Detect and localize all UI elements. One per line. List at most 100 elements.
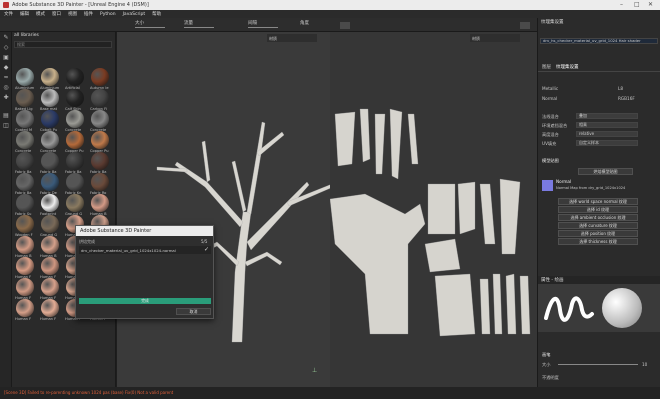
ao-mix-select[interactable]: 相乘	[576, 122, 638, 128]
camera-button[interactable]	[520, 22, 530, 29]
tool-properties-bar: 大小 流量 间隔 角度	[0, 18, 537, 32]
material-thumbnail[interactable]	[41, 68, 59, 86]
brush-size-slider[interactable]	[558, 364, 638, 365]
material-thumbnail[interactable]	[91, 152, 109, 170]
picker-icon[interactable]: ✚	[2, 94, 10, 102]
material-thumbnail[interactable]	[16, 215, 34, 233]
clone-icon[interactable]: ◎	[2, 84, 10, 92]
material-thumbnail[interactable]	[91, 173, 109, 191]
material-thumbnail[interactable]	[91, 131, 109, 149]
material-thumbnail[interactable]	[16, 173, 34, 191]
menu-python[interactable]: Python	[100, 12, 116, 17]
material-thumbnail[interactable]	[41, 173, 59, 191]
material-thumbnail[interactable]	[66, 131, 84, 149]
smudge-icon[interactable]: ≈	[2, 74, 10, 82]
material-thumbnail[interactable]	[41, 236, 59, 254]
eraser-icon[interactable]: ◇	[2, 44, 10, 52]
menu-mode[interactable]: 模式	[36, 11, 45, 17]
viewport-2d-uv[interactable]: 材质	[330, 32, 537, 387]
normal-map-source: Normal Map from dry_grid_1024x1024	[556, 186, 626, 190]
material-thumbnail[interactable]	[91, 194, 109, 212]
material-thumbnail[interactable]	[91, 89, 109, 107]
channel-metallic-format[interactable]: L8	[618, 86, 623, 91]
mirror-button[interactable]	[340, 22, 350, 29]
menu-file[interactable]: 文件	[4, 11, 13, 17]
menu-view[interactable]: 视图	[68, 11, 77, 17]
material-thumbnail[interactable]	[41, 110, 59, 128]
material-thumbnail[interactable]	[66, 110, 84, 128]
mesh-map-button[interactable]: 选择 curvature 纹理	[558, 222, 638, 229]
material-thumbnail[interactable]	[16, 89, 34, 107]
size-slider[interactable]	[135, 27, 165, 28]
layers-icon[interactable]: ▤	[2, 112, 10, 120]
material-thumbnail[interactable]	[16, 152, 34, 170]
projection-icon[interactable]: ▣	[2, 54, 10, 62]
close-icon[interactable]: ✕	[648, 1, 653, 8]
material-thumbnail[interactable]	[41, 278, 59, 296]
spacing-slider[interactable]	[248, 27, 278, 28]
height-mix-select[interactable]: relative	[576, 131, 638, 137]
normal-mix-select[interactable]: 叠加	[576, 113, 638, 119]
material-thumbnail[interactable]	[91, 68, 109, 86]
viewport-mode-select[interactable]: 材质	[267, 34, 317, 42]
normal-map-thumb	[542, 180, 553, 191]
mesh-map-button[interactable]: 选择 position 纹理	[558, 230, 638, 237]
shelf-title: all libraries	[14, 33, 39, 38]
mesh-map-button[interactable]: 选择 ambient occlusion 纹理	[558, 214, 638, 221]
flow-slider[interactable]	[184, 27, 214, 28]
material-thumbnail[interactable]	[16, 299, 34, 317]
tab-texture-set-settings[interactable]: 纹理集设置	[556, 64, 579, 70]
material-thumbnail[interactable]	[41, 194, 59, 212]
menu-javascript[interactable]: JavaScript	[123, 12, 146, 17]
status-message: [Scene 3D] Failed to re-parenting unknow…	[4, 390, 174, 395]
brush-size-value[interactable]: 10	[642, 362, 647, 367]
uv-padding-label: UV填充	[542, 141, 557, 146]
menu-plugins[interactable]: 插件	[84, 11, 93, 17]
mesh-map-button[interactable]: 选择 world space normal 纹理	[558, 198, 638, 205]
menu-bar: 文件 编辑 模式 窗口 视图 插件 Python JavaScript 帮助	[0, 10, 660, 18]
material-thumbnail[interactable]	[91, 110, 109, 128]
material-thumbnail[interactable]	[16, 131, 34, 149]
menu-edit[interactable]: 编辑	[20, 11, 29, 17]
mesh-map-button[interactable]: 选择 id 纹理	[558, 206, 638, 213]
material-thumbnail[interactable]	[41, 257, 59, 275]
menu-help[interactable]: 帮助	[152, 11, 161, 17]
uv-padding-select[interactable]: 自定义样本	[576, 140, 638, 146]
channel-normal-format[interactable]: RGB16F	[618, 96, 635, 101]
maximize-icon[interactable]: □	[634, 1, 640, 8]
height-mix-label: 高度混合	[542, 132, 559, 137]
menu-window[interactable]: 窗口	[52, 11, 61, 17]
material-thumbnail[interactable]	[41, 89, 59, 107]
material-thumbnail[interactable]	[66, 173, 84, 191]
material-thumbnail[interactable]	[66, 89, 84, 107]
minimize-icon[interactable]: –	[620, 1, 623, 8]
polygon-fill-icon[interactable]: ◆	[2, 64, 10, 72]
material-thumbnail[interactable]	[41, 131, 59, 149]
material-thumbnail[interactable]	[41, 152, 59, 170]
flow-label: 流量	[184, 21, 193, 26]
texture-name-field[interactable]: drv_hs_checker_material_uv_grid_1024 Hai…	[540, 38, 658, 44]
uv-mode-select[interactable]: 材质	[470, 34, 520, 42]
material-thumbnail[interactable]	[16, 236, 34, 254]
brush-preview	[538, 284, 660, 332]
material-thumbnail[interactable]	[16, 194, 34, 212]
material-thumbnail[interactable]	[16, 68, 34, 86]
material-thumbnail[interactable]	[41, 215, 59, 233]
geometry-icon[interactable]: ◫	[2, 122, 10, 130]
material-thumbnail[interactable]	[16, 257, 34, 275]
material-thumbnail[interactable]	[41, 299, 59, 317]
material-thumbnail[interactable]	[66, 194, 84, 212]
material-thumbnail[interactable]	[16, 278, 34, 296]
brush-size-label: 大小	[542, 362, 551, 367]
mesh-map-button[interactable]: 选择 thickness 纹理	[558, 238, 638, 245]
normal-map-title: Normal	[556, 179, 572, 184]
spacing-label: 间隔	[248, 21, 257, 26]
paint-brush-icon[interactable]: ✎	[2, 34, 10, 42]
tab-layers[interactable]: 图层	[542, 64, 551, 70]
cancel-button[interactable]: 取消	[176, 308, 211, 315]
shelf-search-input[interactable]: 搜索	[14, 41, 112, 48]
material-thumbnail[interactable]	[66, 68, 84, 86]
bake-mesh-maps-button[interactable]: 烘焙模型贴图	[578, 168, 633, 175]
material-thumbnail[interactable]	[16, 110, 34, 128]
material-thumbnail[interactable]	[66, 152, 84, 170]
